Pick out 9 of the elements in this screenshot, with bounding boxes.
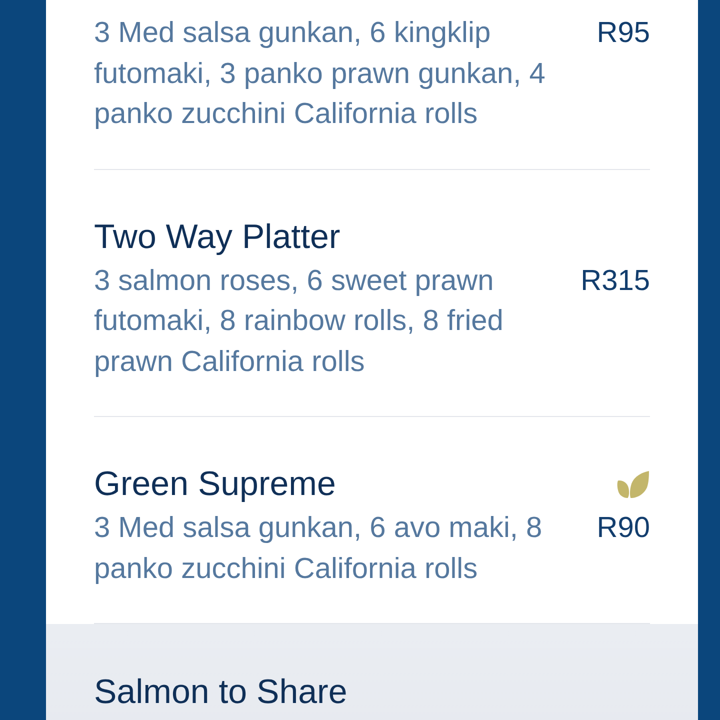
menu-item-description: 3 Med salsa gunkan, 6 kingklip futomaki, 3 panko prawn gunkan, 4 panko zucchini California rolls	[94, 16, 546, 132]
menu-item-description: 3 salmon roses, 6 sweet prawn futomaki, 8 rainbow rolls, 8 fried prawn California rolls	[94, 264, 504, 380]
menu-item-description: 3 Med salsa gunkan, 6 avo maki, 8 panko zucchini California rolls	[94, 511, 544, 586]
menu-item-price: R315	[580, 264, 650, 298]
menu-item-price: R90	[596, 511, 650, 546]
menu-item-price: R95	[596, 16, 650, 51]
menu-item-title: Green Supreme	[94, 464, 336, 504]
section-title: Salmon to Share	[94, 673, 348, 711]
menu-item-title: Two Way Platter	[94, 216, 340, 256]
